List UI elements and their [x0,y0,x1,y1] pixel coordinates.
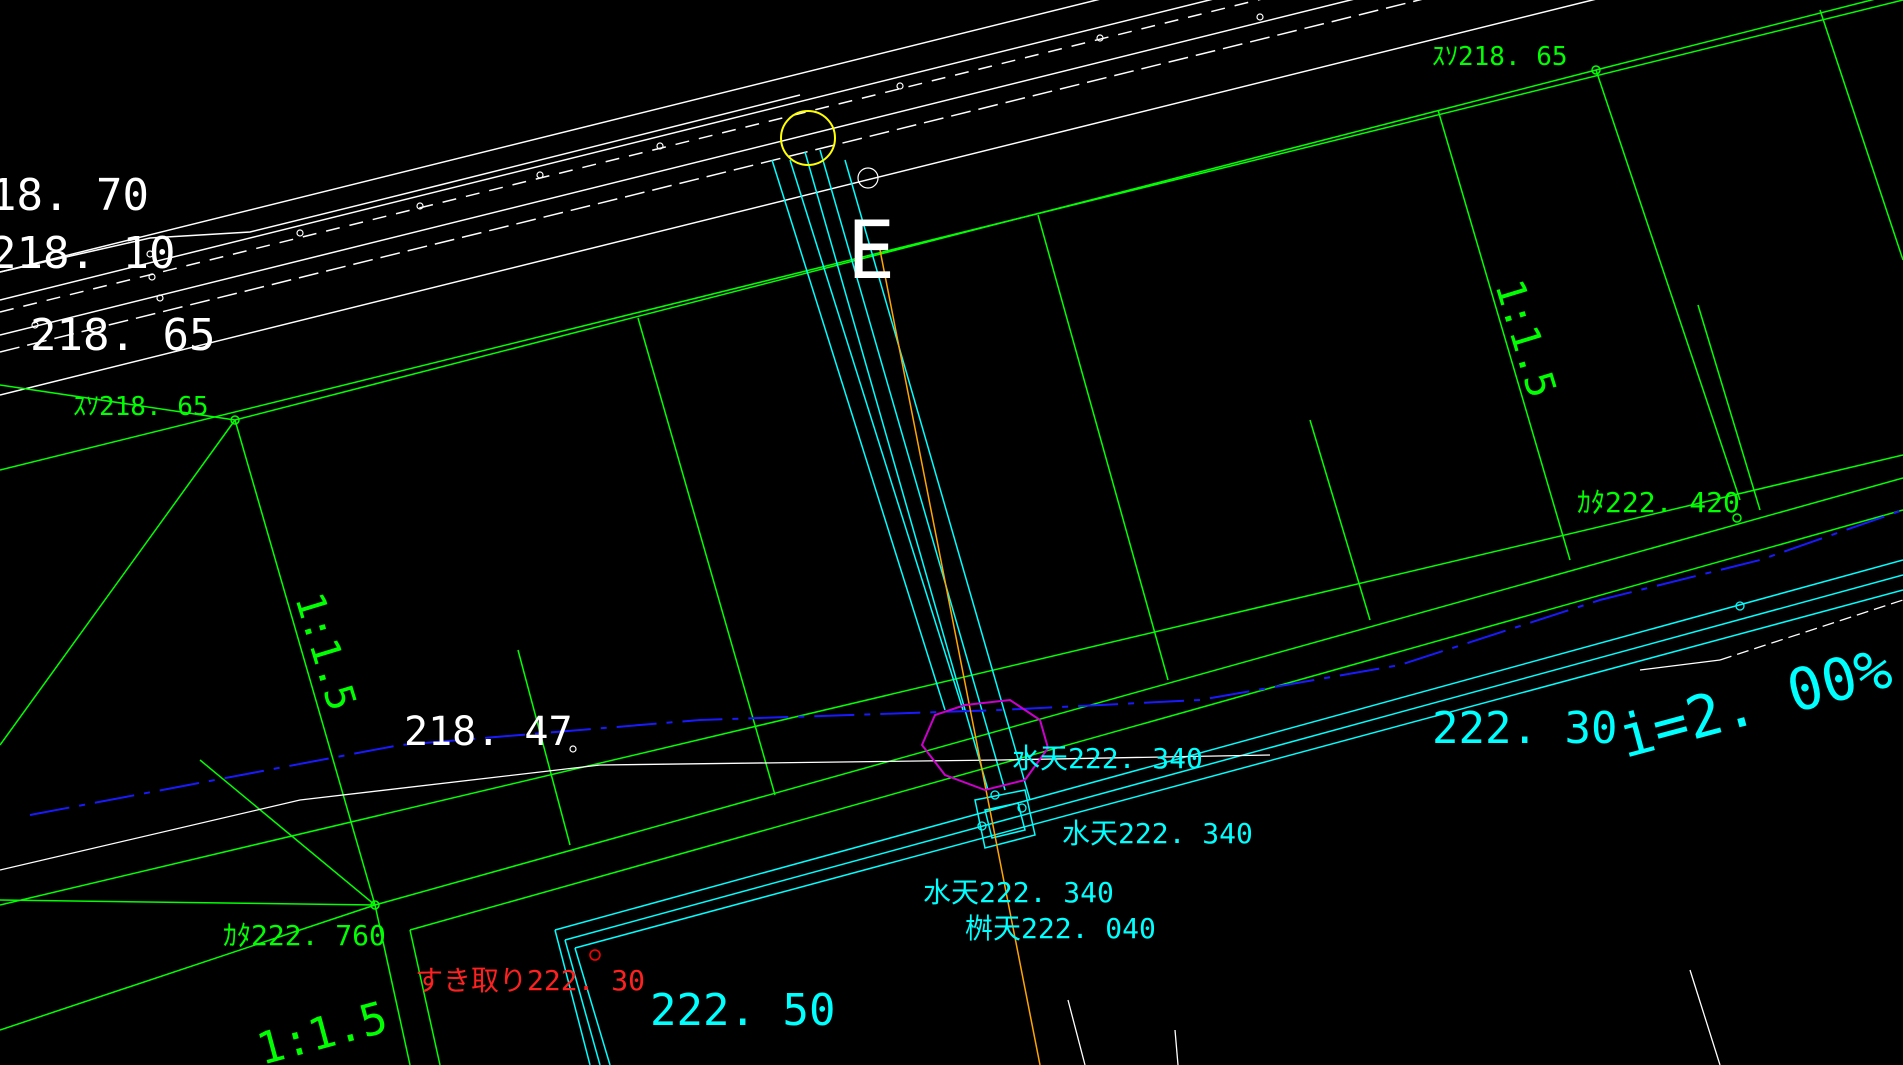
elevation-label-lower: 218. 65 [30,310,215,361]
road-survey-points [31,13,1264,753]
pavement-elevation-left: 222. 50 [650,985,835,1036]
elevation-label-ground: 218. 47 [404,709,573,755]
water-level-label-1: 水天222. 340 [1012,742,1203,775]
toe-label-right: ｽｿ218. 65 [1432,42,1568,72]
water-level-label-2: 水天222. 340 [1062,817,1253,850]
gutter-lines [554,149,1903,1065]
slope-ratio-bottom: 1:1.5 [252,992,393,1065]
toe-label-left: ｽｿ218. 65 [73,392,209,422]
ground-lines [0,599,1903,1065]
elevation-label-mid: 218. 10 [0,228,175,279]
pavement-elevation-right: 222. 30 [1432,703,1617,754]
shoulder-label-left: ｶﾀ222. 760 [223,919,386,952]
red-point-marker [589,949,601,961]
gradient-label: i=2. 00% [1611,634,1898,772]
road-edge-lines [0,0,1596,396]
survey-point-circle [780,110,836,166]
elevation-label-top: 18. 70 [0,170,149,221]
basin-top-label: 桝天222. 040 [965,912,1156,945]
point-letter-label: E [847,204,895,297]
labels: 18. 70 218. 10 218. 65 218. 47 E ｽｿ218. … [0,42,1898,1065]
slope-ratio-left: 1:1.5 [285,587,364,716]
shoulder-label-right: ｶﾀ222. 420 [1577,486,1740,519]
slope-ratio-right: 1:1.5 [1485,274,1564,403]
cad-drawing-canvas[interactable]: 18. 70 218. 10 218. 65 218. 47 E ｽｿ218. … [0,0,1903,1065]
cutting-elevation-label: すき取り222. 30 [415,964,645,997]
water-level-label-3: 水天222. 340 [923,876,1114,909]
